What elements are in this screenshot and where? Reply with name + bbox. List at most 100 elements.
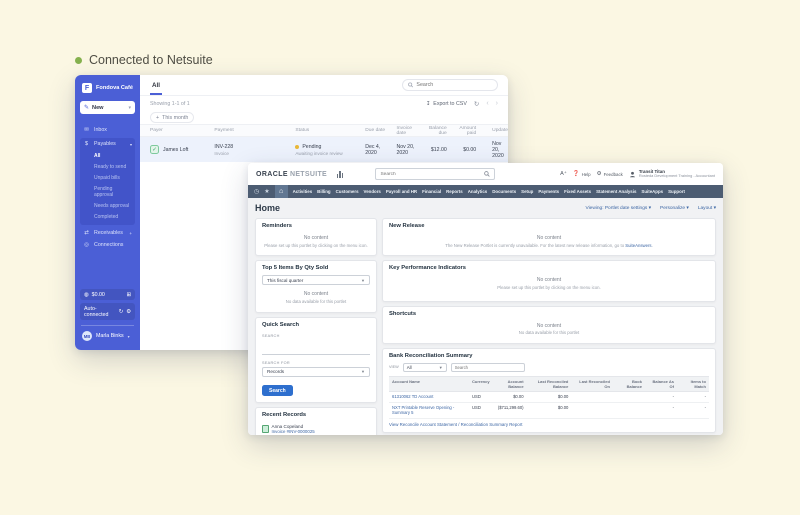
suiteanswers-link[interactable]: SuiteAnswers <box>625 243 651 248</box>
column-header-last-reconciled-balance[interactable]: Last Reconciled Balance <box>527 377 572 392</box>
help-button[interactable]: ❓ Help <box>573 171 591 177</box>
user-icon <box>629 171 636 178</box>
nav-suiteapps[interactable]: SuiteApps <box>641 189 663 194</box>
search-for-select[interactable]: Records ▼ <box>262 367 370 377</box>
sidebar-item-connections[interactable]: ◎ Connections <box>80 239 135 251</box>
auto-connected-row[interactable]: Auto-connected ↻ ⚙ <box>80 303 135 320</box>
column-header-balance-due[interactable]: Balance due <box>421 126 452 136</box>
fondova-logo-icon: F <box>82 83 92 93</box>
portlet-title: New Release <box>383 219 715 231</box>
user-menu[interactable]: MB Marla Binks ▾ <box>80 328 135 344</box>
check-icon: ✓ <box>150 145 159 154</box>
nav-billing[interactable]: Billing <box>317 189 330 194</box>
column-header-invoice-date[interactable]: Invoice date <box>387 126 422 136</box>
prev-page-button[interactable]: ‹ <box>486 100 488 107</box>
viewing-settings-link[interactable]: Viewing: Portlet date settings ▾ <box>585 206 651 211</box>
favorites-icon[interactable]: ★ <box>264 188 269 195</box>
nav-customers[interactable]: Customers <box>336 189 359 194</box>
tab-all[interactable]: All <box>150 78 162 95</box>
help-icon: ❓ <box>573 171 580 177</box>
column-header-book-balance[interactable]: Book Balance <box>613 377 645 392</box>
personalize-link[interactable]: Personalize ▾ <box>660 206 689 211</box>
balance-as-of-cell: - <box>645 392 677 403</box>
bank-search-input[interactable] <box>451 363 525 372</box>
account-name-cell[interactable]: NXT Printable Reserve Opening - Summary … <box>389 403 469 419</box>
payables-filter-pending[interactable]: Pending approval <box>80 183 135 200</box>
balance-row[interactable]: ◍ $0.00 ⊞ <box>80 289 135 300</box>
connections-icon: ◎ <box>83 242 90 248</box>
items-to-match-cell: - <box>677 403 709 419</box>
account-name-cell[interactable]: 61310062 TD Account <box>389 392 469 403</box>
search-input[interactable] <box>416 82 492 88</box>
sidebar-spacer <box>80 251 135 286</box>
portlet-title: Key Performance Indicators <box>383 261 715 273</box>
apps-icon: ⊞ <box>127 292 131 298</box>
payables-filter-approval[interactable]: Needs approval <box>80 200 135 211</box>
column-header-due-date[interactable]: Due date <box>355 128 386 133</box>
payables-filter-all[interactable]: All <box>80 150 135 161</box>
last-reconciled-on-cell <box>571 392 613 403</box>
nav-activities[interactable]: Activities <box>293 189 313 194</box>
user-menu[interactable]: Transit Titan Rosteda Development Traini… <box>629 169 715 179</box>
home-tab[interactable]: ⌂ <box>275 185 288 198</box>
search-box[interactable] <box>402 79 498 91</box>
column-header-payment[interactable]: Payment <box>204 128 285 133</box>
column-header-status[interactable]: Status <box>285 128 355 133</box>
refresh-button[interactable]: ↻ <box>474 100 479 108</box>
nav-reports[interactable]: Reports <box>446 189 463 194</box>
updated-cell: Nov 20, 2020 <box>482 141 508 159</box>
chevron-down-icon: ▼ <box>361 278 365 283</box>
fiscal-quarter-select[interactable]: This fiscal quarter ▼ <box>262 275 370 285</box>
sidebar-item-payables[interactable]: $ Payables ▾ <box>80 138 135 150</box>
recents-icon[interactable]: ◷ <box>254 188 259 195</box>
nav-setup[interactable]: Setup <box>521 189 533 194</box>
column-header-last-reconciled-on[interactable]: Last Reconciled On <box>571 377 613 392</box>
view-select[interactable]: All ▼ <box>403 363 447 372</box>
quick-search-button[interactable]: Search <box>262 385 293 396</box>
layout-link[interactable]: Layout ▾ <box>698 206 716 211</box>
column-header-currency[interactable]: Currency <box>469 377 491 392</box>
quick-search-portlet: Quick Search SEARCH SEARCH FOR Records ▼… <box>255 317 377 404</box>
column-header-account-balance[interactable]: Account Balance <box>491 377 526 392</box>
netsuite-window: ORACLE NETSUITE A⁺ ❓ Help ⚙ Feedback <box>248 163 723 435</box>
text-size-button[interactable]: A⁺ <box>560 171 567 177</box>
global-search-input[interactable] <box>380 172 481 177</box>
nav-analytics[interactable]: Analytics <box>468 189 488 194</box>
search-icon <box>408 82 413 88</box>
column-header-account-name[interactable]: Account Name <box>389 377 469 392</box>
global-search-box[interactable] <box>375 168 495 180</box>
nav-fixed-assets[interactable]: Fixed Assets <box>564 189 591 194</box>
sidebar-item-receivables[interactable]: ⇄ Receivables + <box>80 227 135 239</box>
search-label: SEARCH <box>262 334 370 338</box>
column-header-amount-paid[interactable]: Amount paid <box>453 126 482 136</box>
next-page-button[interactable]: › <box>496 100 498 107</box>
export-csv-button[interactable]: ↧ Export to CSV <box>426 101 467 107</box>
sidebar-item-inbox[interactable]: ✉ Inbox <box>80 124 135 136</box>
payables-filter-completed[interactable]: Completed <box>80 211 135 222</box>
account-balance-cell: ($711,299.60) <box>491 403 526 419</box>
nav-documents[interactable]: Documents <box>492 189 516 194</box>
book-balance-cell <box>613 392 645 403</box>
nav-vendors[interactable]: Vendors <box>364 189 381 194</box>
feedback-button[interactable]: ⚙ Feedback <box>597 171 623 177</box>
nav-statement-analysis[interactable]: Statement Analysis <box>596 189 636 194</box>
nav-support[interactable]: Support <box>668 189 685 194</box>
reconciliation-report-link[interactable]: View Reconcile Account Statement / Recon… <box>383 419 715 432</box>
column-header-balance-as-of[interactable]: Balance As Of <box>645 377 677 392</box>
payables-filter-ready[interactable]: Ready to send <box>80 161 135 172</box>
payables-filter-unpaid[interactable]: Unpaid bills <box>80 172 135 183</box>
table-row[interactable]: ✓ James Loft INV-228 Invoice Pending Awa… <box>140 137 508 162</box>
amount-paid-cell: $0.00 <box>453 147 482 153</box>
quick-search-input[interactable] <box>262 347 370 355</box>
column-header-updated[interactable]: Updated <box>482 128 508 133</box>
nav-payments[interactable]: Payments <box>538 189 559 194</box>
column-header-payer[interactable]: Payer <box>140 128 204 133</box>
user-name: Marla Binks <box>96 333 124 339</box>
due-date-cell: Dec 4, 2020 <box>355 144 386 156</box>
filter-chip-this-month[interactable]: + This month <box>150 112 194 123</box>
column-header-items-to-match[interactable]: Items to Match <box>677 377 709 392</box>
nav-financial[interactable]: Financial <box>422 189 441 194</box>
nav-payroll[interactable]: Payroll and HR <box>386 189 417 194</box>
recent-record-item[interactable]: Anna Copeland Invoice #INV-0000025 <box>262 424 370 434</box>
new-button[interactable]: ✎ New ▾ <box>80 101 135 114</box>
